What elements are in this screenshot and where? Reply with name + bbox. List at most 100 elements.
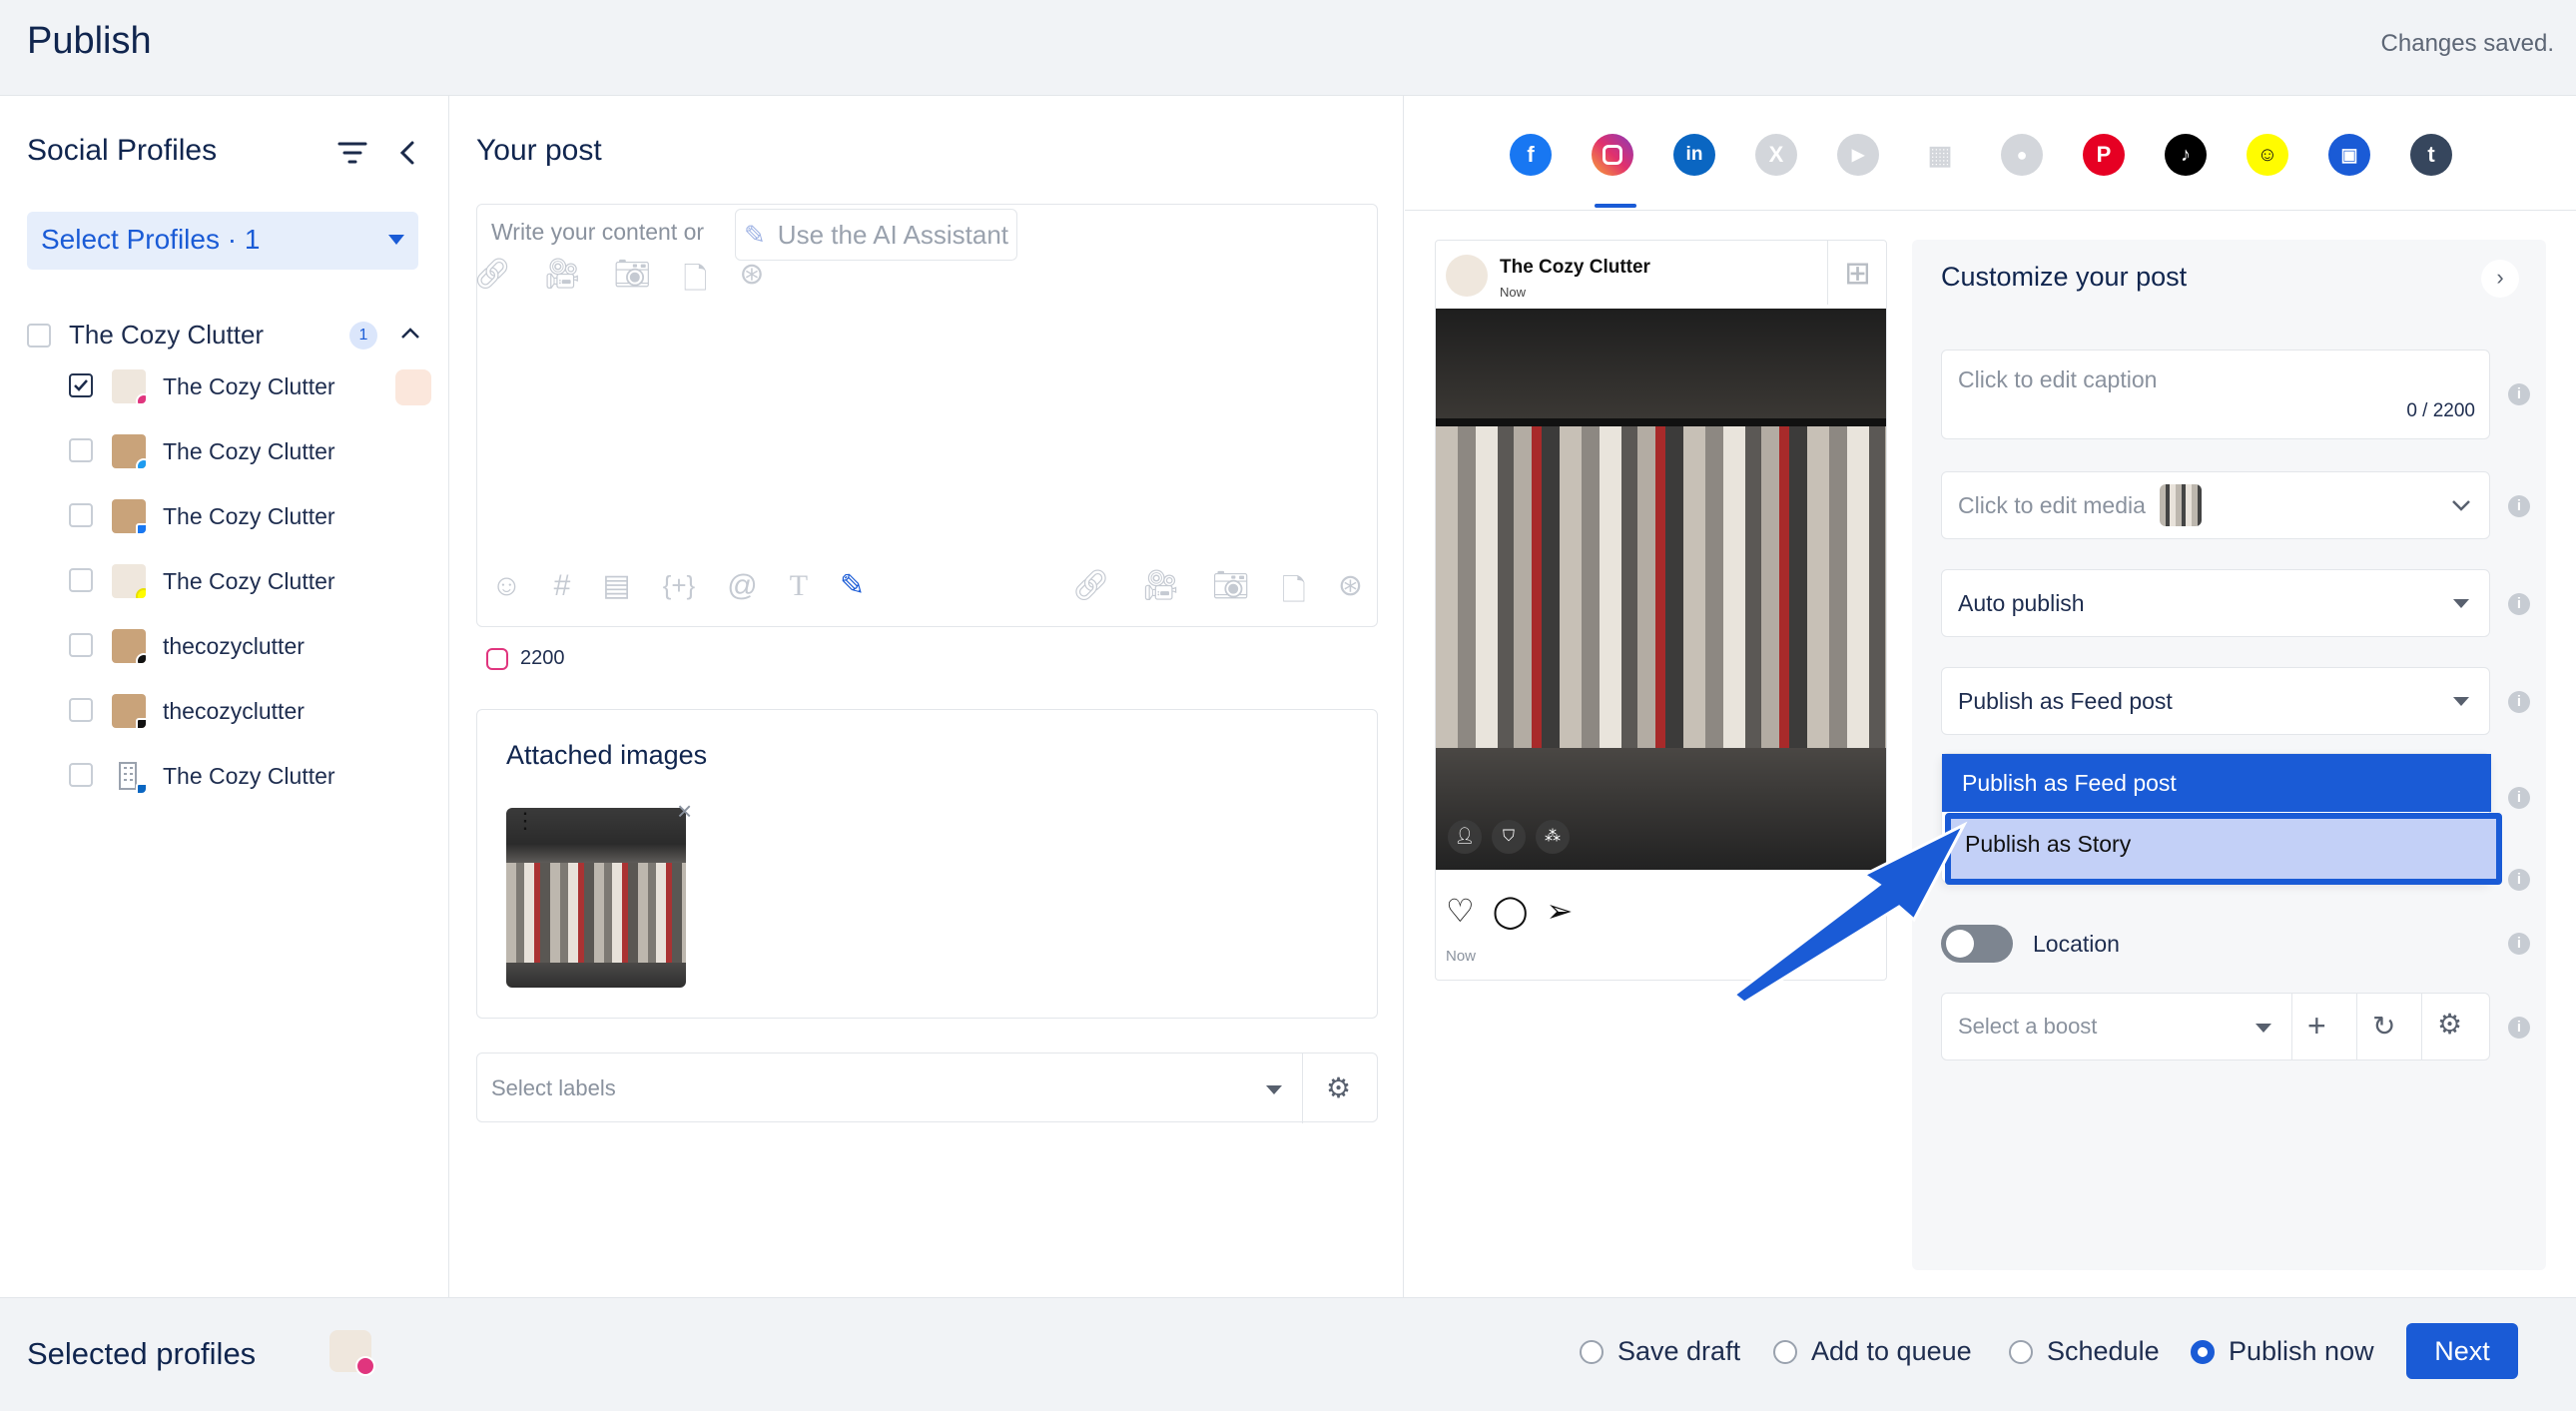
close-icon[interactable]: × bbox=[677, 796, 692, 827]
grid-icon[interactable]: ⊞ bbox=[1827, 241, 1887, 305]
filter-icon[interactable] bbox=[337, 140, 367, 171]
info-icon[interactable]: i bbox=[2508, 383, 2530, 405]
option-add-to-queue[interactable]: Add to queue bbox=[1773, 1336, 1972, 1367]
radio-save-draft[interactable] bbox=[1580, 1339, 1604, 1364]
select-profiles-button[interactable]: Select Profiles · 1 bbox=[27, 212, 418, 270]
profile-checkbox[interactable] bbox=[69, 438, 93, 462]
collapse-icon[interactable] bbox=[397, 140, 417, 171]
hashtag-icon[interactable]: # bbox=[554, 569, 571, 603]
caption-field[interactable]: Click to edit caption 0 / 2200 bbox=[1941, 350, 2490, 439]
variables-icon[interactable]: {+} bbox=[663, 570, 696, 601]
chevron-up-icon[interactable] bbox=[399, 326, 421, 347]
profile-checkbox[interactable] bbox=[69, 633, 93, 657]
canva-icon[interactable]: ⊛ bbox=[1338, 568, 1363, 619]
profile-row-4[interactable]: thecozyclutter bbox=[0, 629, 449, 693]
collab-tag-icon[interactable]: ⁂ bbox=[1536, 820, 1570, 854]
snippet-icon[interactable]: ▤ bbox=[602, 568, 630, 603]
linkedin-icon[interactable]: in bbox=[1673, 134, 1715, 176]
more-options-icon[interactable]: ⋮ bbox=[514, 810, 536, 832]
profile-row-2[interactable]: The Cozy Clutter bbox=[0, 499, 449, 563]
chevron-right-icon[interactable]: › bbox=[2481, 260, 2519, 298]
info-icon[interactable]: i bbox=[2508, 495, 2530, 517]
image-tags: 👤︎ ⛉ ⁂ bbox=[1448, 820, 1570, 854]
google-business-icon[interactable]: ▦ bbox=[1919, 134, 1961, 176]
option-schedule[interactable]: Schedule bbox=[2009, 1336, 2160, 1367]
labels-select[interactable]: Select labels ⚙ bbox=[476, 1053, 1378, 1123]
youtube-icon[interactable]: ▶ bbox=[1837, 134, 1879, 176]
group-checkbox[interactable] bbox=[27, 324, 51, 348]
divider bbox=[2421, 994, 2422, 1059]
magic-wand-icon: ✎ bbox=[744, 219, 766, 250]
media-field[interactable]: Click to edit media bbox=[1941, 471, 2490, 539]
pinterest-icon[interactable]: P bbox=[2083, 134, 2125, 176]
attached-image-thumbnail[interactable] bbox=[506, 808, 686, 988]
link-icon: 🔗︎ bbox=[473, 258, 512, 291]
publish-type-select[interactable]: Publish as Feed post bbox=[1941, 667, 2490, 735]
avatar bbox=[112, 564, 146, 598]
plus-icon[interactable]: + bbox=[2307, 1008, 2326, 1045]
radio-publish-now[interactable] bbox=[2191, 1339, 2215, 1364]
gear-icon[interactable]: ⚙ bbox=[2437, 1008, 2462, 1041]
group-count-badge: 1 bbox=[349, 322, 377, 350]
post-editor[interactable]: Write your content or ✎ Use the AI Assis… bbox=[473, 204, 1378, 627]
active-tab-indicator bbox=[1595, 204, 1636, 208]
profile-row-6[interactable]: The Cozy Clutter bbox=[0, 759, 449, 823]
profile-checkbox[interactable] bbox=[69, 503, 93, 527]
text-format-icon[interactable]: T bbox=[790, 569, 808, 603]
profile-row-1[interactable]: The Cozy Clutter bbox=[0, 434, 449, 498]
profile-name: The Cozy Clutter bbox=[163, 373, 335, 399]
facebook-icon[interactable]: f bbox=[1510, 134, 1552, 176]
file-icon[interactable]: 🗋 bbox=[1282, 568, 1306, 619]
profile-checkbox[interactable] bbox=[69, 698, 93, 722]
camera-icon[interactable]: 📷︎ bbox=[1212, 568, 1250, 619]
video-icon[interactable]: 🎥︎ bbox=[1142, 568, 1180, 619]
divider bbox=[2356, 994, 2357, 1059]
editor-toolbar-right: 🔗︎ 🎥︎ 📷︎ 🗋 ⊛ bbox=[1071, 568, 1363, 619]
user-tag-icon[interactable]: 👤︎ bbox=[1448, 820, 1482, 854]
profile-checkbox[interactable] bbox=[69, 763, 93, 787]
tumblr-icon[interactable]: t bbox=[2410, 134, 2452, 176]
x-icon[interactable]: X bbox=[1755, 134, 1797, 176]
mention-icon[interactable]: @ bbox=[727, 569, 757, 603]
ai-assistant-button[interactable]: ✎ Use the AI Assistant bbox=[735, 209, 1018, 261]
option-save-draft[interactable]: Save draft bbox=[1580, 1336, 1740, 1367]
tiktok-icon[interactable]: ♪ bbox=[2165, 134, 2207, 176]
boost-placeholder: Select a boost bbox=[1958, 1014, 2098, 1039]
divider bbox=[1302, 1054, 1303, 1123]
caption-placeholder: Click to edit caption bbox=[1958, 366, 2158, 392]
profile-row-0[interactable]: The Cozy Clutter bbox=[0, 369, 449, 433]
radio-schedule[interactable] bbox=[2009, 1339, 2033, 1364]
profile-name: The Cozy Clutter bbox=[163, 568, 335, 594]
info-icon[interactable]: i bbox=[2508, 691, 2530, 713]
building-icon bbox=[112, 759, 146, 793]
info-icon[interactable]: i bbox=[2508, 593, 2530, 615]
ghost-toolbar: 🔗︎ 🎥︎ 📷︎ 🗋 ⊛ bbox=[473, 257, 765, 308]
refresh-icon[interactable]: ↻ bbox=[2372, 1010, 2395, 1043]
auto-publish-select[interactable]: Auto publish bbox=[1941, 569, 2490, 637]
emoji-icon[interactable]: ☺ bbox=[491, 569, 522, 603]
annotation-arrow-icon bbox=[1731, 821, 1968, 1005]
profile-checkbox[interactable] bbox=[69, 373, 93, 397]
instagram-icon[interactable] bbox=[1592, 134, 1633, 176]
profile-row-5[interactable]: thecozyclutter bbox=[0, 694, 449, 758]
profile-checkbox[interactable] bbox=[69, 568, 93, 592]
reddit-icon[interactable]: ● bbox=[2001, 134, 2043, 176]
info-icon[interactable]: i bbox=[2508, 933, 2530, 955]
shopping-tag-icon[interactable]: ⛉ bbox=[1492, 820, 1526, 854]
bluesky-icon[interactable]: ▣ bbox=[2328, 134, 2370, 176]
auto-publish-label: Auto publish bbox=[1958, 589, 2085, 616]
next-button[interactable]: Next bbox=[2406, 1323, 2518, 1379]
ai-wand-icon[interactable]: ✎ bbox=[840, 568, 865, 603]
add-to-queue-label: Add to queue bbox=[1811, 1336, 1972, 1366]
info-icon[interactable]: i bbox=[2508, 869, 2530, 891]
option-publish-now[interactable]: Publish now bbox=[2191, 1336, 2374, 1367]
profile-row-3[interactable]: The Cozy Clutter bbox=[0, 564, 449, 628]
snapchat-icon[interactable]: ☺ bbox=[2247, 134, 2288, 176]
link-icon[interactable]: 🔗︎ bbox=[1071, 568, 1109, 619]
radio-add-to-queue[interactable] bbox=[1773, 1339, 1797, 1364]
info-icon[interactable]: i bbox=[2508, 787, 2530, 809]
info-icon[interactable]: i bbox=[2508, 1017, 2530, 1039]
gear-icon[interactable]: ⚙ bbox=[1326, 1071, 1351, 1104]
canva-icon: ⊛ bbox=[739, 258, 765, 291]
network-tabs: f in X ▶ ▦ ● P ♪ ☺ ▣ t bbox=[1510, 134, 2452, 176]
